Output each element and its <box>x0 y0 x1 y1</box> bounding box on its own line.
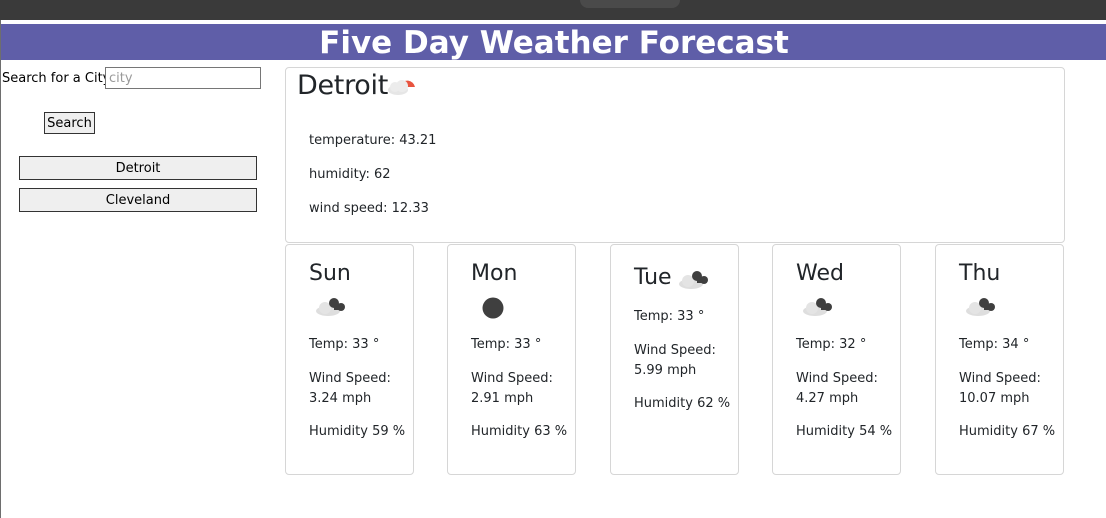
city-button-cleveland[interactable]: Cleveland <box>19 188 257 212</box>
page: Five Day Weather Forecast Search for a C… <box>0 20 1106 518</box>
forecast-temp: Temp: 32 ° <box>796 337 867 352</box>
forecast-temp: Temp: 33 ° <box>634 309 705 324</box>
broken-clouds-icon <box>677 268 711 295</box>
page-title: Five Day Weather Forecast <box>1 24 1106 61</box>
forecast-humidity: Humidity 63 % <box>471 424 568 439</box>
forecast-card-wed: Wed Temp: 32 ° Wind Speed: 4.27 mph Humi… <box>772 244 901 475</box>
forecast-card-mon: Mon Temp: 33 ° Wind Speed: 2.91 mph Humi… <box>447 244 576 475</box>
forecast-wind: Wind Speed: 3.24 mph <box>309 371 391 406</box>
forecast-temp: Temp: 33 ° <box>471 337 542 352</box>
forecast-humidity: Humidity 62 % <box>634 396 731 411</box>
broken-clouds-icon <box>801 295 835 322</box>
current-city-name: Detroit <box>297 70 389 101</box>
broken-clouds-icon <box>314 295 348 322</box>
forecast-temp: Temp: 34 ° <box>959 337 1030 352</box>
forecast-humidity: Humidity 67 % <box>959 424 1056 439</box>
forecast-wind: Wind Speed: 5.99 mph <box>634 343 716 378</box>
search-input[interactable] <box>105 67 261 89</box>
forecast-card-sun: Sun Temp: 33 ° Wind Speed: 3.24 mph Humi… <box>285 244 414 475</box>
forecast-day: Sun <box>309 261 351 286</box>
current-temperature: temperature: 43.21 <box>309 133 437 148</box>
browser-tab-indicator <box>580 0 680 8</box>
forecast-wind: Wind Speed: 2.91 mph <box>471 371 553 406</box>
forecast-card-thu: Thu Temp: 34 ° Wind Speed: 10.07 mph Hum… <box>935 244 1064 475</box>
forecast-card-tue: Tue Temp: 33 ° Wind Speed: 5.99 mph Humi… <box>610 244 739 475</box>
broken-clouds-icon <box>964 295 998 322</box>
search-label: Search for a City: <box>2 71 114 86</box>
browser-tab-strip <box>0 0 1106 20</box>
forecast-temp: Temp: 33 ° <box>309 337 380 352</box>
forecast-humidity: Humidity 54 % <box>796 424 893 439</box>
overcast-icon <box>481 296 505 325</box>
forecast-day: Wed <box>796 261 844 286</box>
forecast-humidity: Humidity 59 % <box>309 424 406 439</box>
search-button[interactable]: Search <box>44 112 95 134</box>
forecast-wind: Wind Speed: 10.07 mph <box>959 371 1041 406</box>
forecast-day: Tue <box>634 265 672 290</box>
current-wind-speed: wind speed: 12.33 <box>309 201 429 216</box>
current-weather-card: Detroit temperature: 43.21 humidity: 62 … <box>285 67 1065 243</box>
forecast-day: Thu <box>959 261 1001 286</box>
current-humidity: humidity: 62 <box>309 167 391 182</box>
forecast-day: Mon <box>471 261 518 286</box>
city-button-detroit[interactable]: Detroit <box>19 156 257 180</box>
partly-cloudy-day-icon <box>386 75 416 102</box>
forecast-wind: Wind Speed: 4.27 mph <box>796 371 878 406</box>
